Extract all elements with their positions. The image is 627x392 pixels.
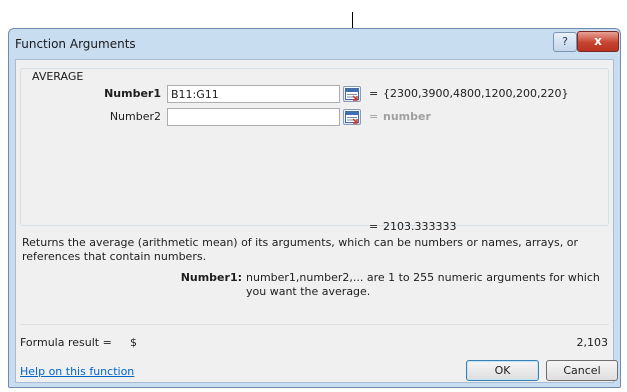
collapse-dialog-icon[interactable]: [343, 109, 361, 125]
function-result-equals: =: [369, 220, 379, 233]
arg-label-number2: Number2: [109, 110, 161, 123]
parameter-description: number1,number2,... are 1 to 255 numeric…: [246, 271, 600, 298]
arguments-group: AVERAGE Number1 = {2300,3900,4800,1200,2…: [20, 68, 609, 226]
cancel-button[interactable]: Cancel: [546, 360, 618, 381]
function-description: Returns the average (arithmetic mean) of…: [22, 236, 578, 263]
arg-equals-number2: =: [369, 110, 379, 123]
number1-result: {2300,3900,4800,1200,200,220}: [383, 87, 569, 100]
function-result-value: 2103.333333: [383, 220, 457, 233]
divider: [20, 324, 609, 325]
number1-input[interactable]: [167, 85, 340, 103]
function-arguments-dialog: Function Arguments ? x AVERAGE Number1 =…: [8, 28, 621, 388]
function-name: AVERAGE: [29, 70, 87, 83]
formula-result-value: 2,103: [576, 336, 609, 349]
parameter-name: Number1:: [180, 271, 242, 284]
formula-result-label: Formula result =: [20, 336, 112, 349]
close-icon[interactable]: x: [577, 31, 619, 52]
arg-label-number1: Number1: [104, 87, 161, 100]
collapse-dialog-icon[interactable]: [343, 86, 361, 102]
arg-equals-number1: =: [369, 87, 379, 100]
dialog-body: AVERAGE Number1 = {2300,3900,4800,1200,2…: [15, 59, 618, 383]
formula-result-currency: $: [130, 336, 137, 349]
number2-result: number: [383, 110, 431, 123]
dialog-title: Function Arguments: [15, 37, 136, 51]
ok-button[interactable]: OK: [466, 360, 539, 381]
title-bar[interactable]: Function Arguments ? x: [9, 29, 620, 59]
number2-input[interactable]: [167, 108, 340, 126]
help-icon[interactable]: ?: [553, 32, 577, 52]
help-on-function-link[interactable]: Help on this function: [20, 365, 134, 378]
